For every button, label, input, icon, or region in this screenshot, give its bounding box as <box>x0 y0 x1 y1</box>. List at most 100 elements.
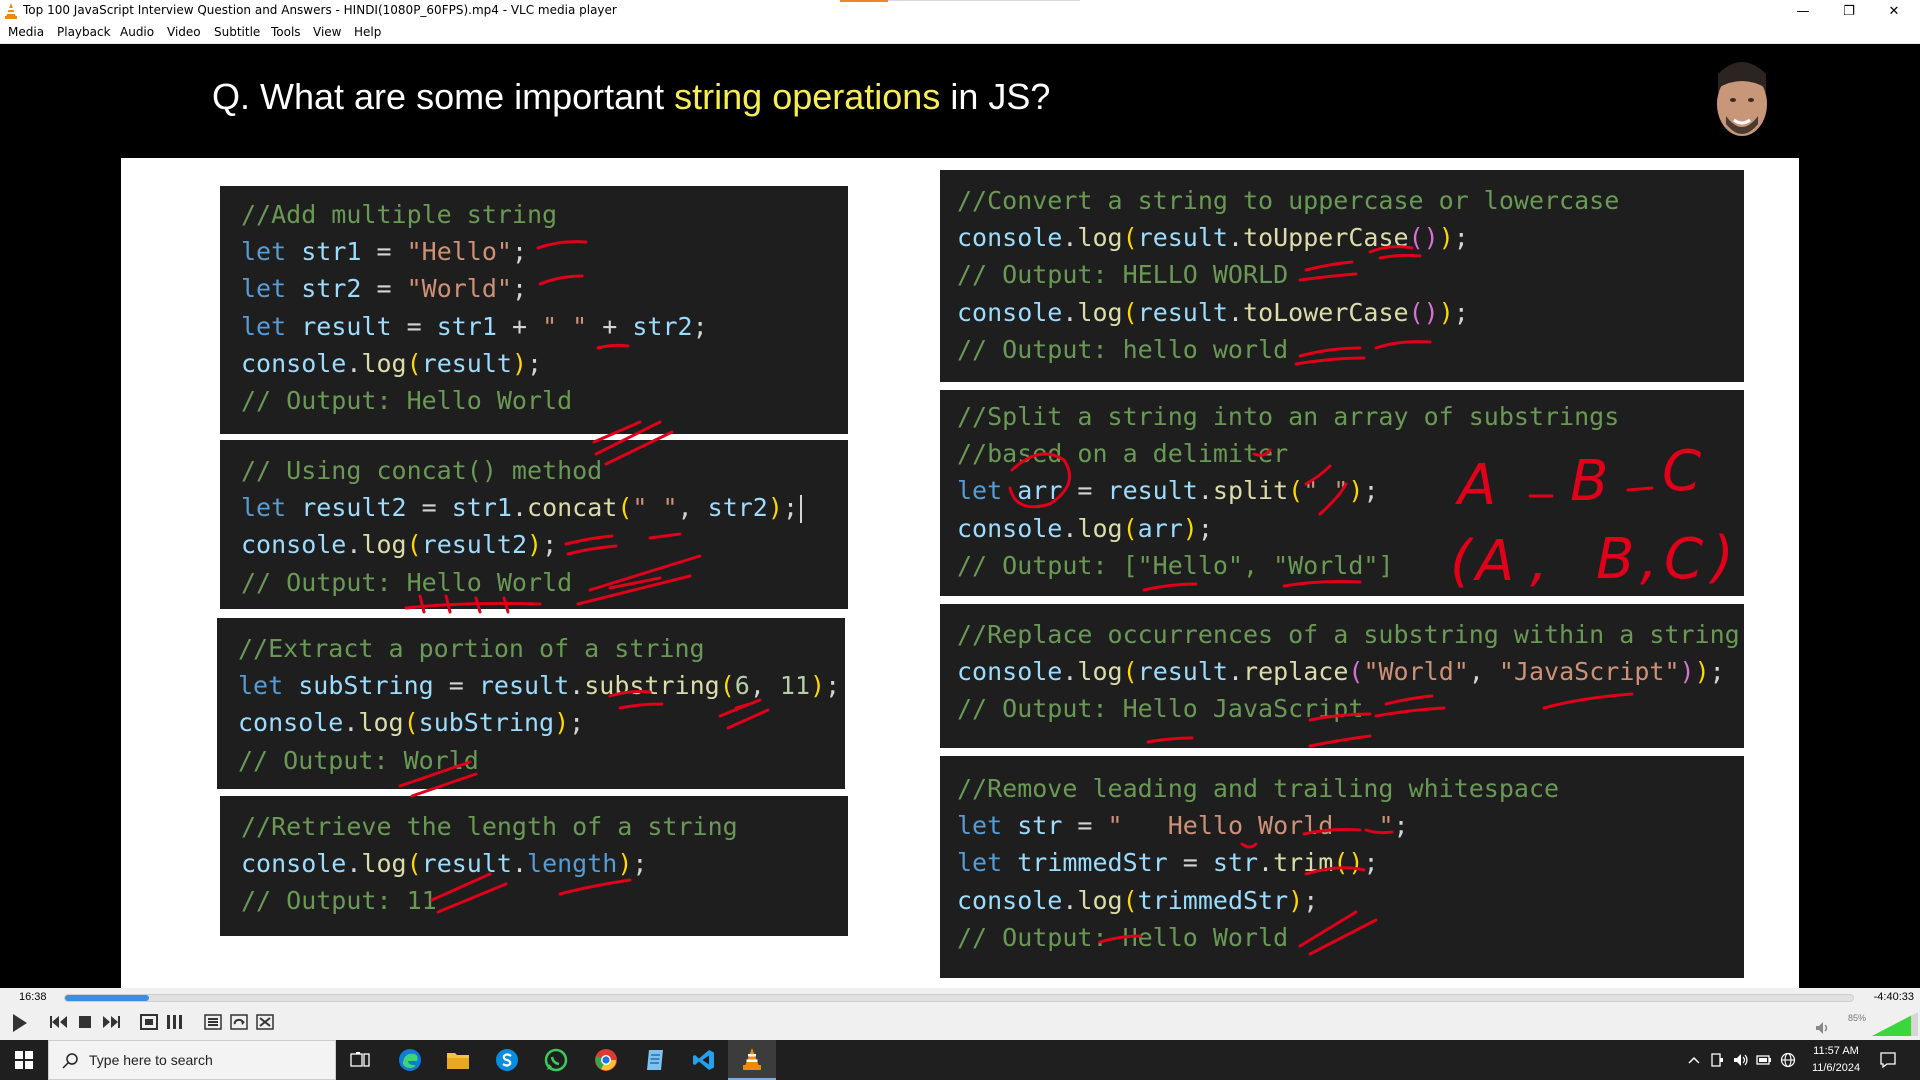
taskbar-clock[interactable]: 11:57 AM 11/6/2024 <box>1800 1043 1872 1077</box>
shuffle-button[interactable] <box>254 1011 276 1033</box>
task-view-button[interactable] <box>336 1040 384 1080</box>
start-button[interactable] <box>0 1040 48 1080</box>
code-line: console.log(result2); <box>241 526 848 563</box>
code-line: console.log(result.length); <box>241 845 848 882</box>
edge-icon <box>399 1049 421 1071</box>
code-token: = <box>1062 811 1108 841</box>
code-case: //Convert a string to uppercase or lower… <box>940 170 1744 382</box>
tray-overflow-button[interactable] <box>1686 1052 1702 1068</box>
tray-meet-now[interactable] <box>1709 1052 1725 1068</box>
code-token: //based on a delimiter <box>957 439 1289 469</box>
skype-app[interactable] <box>483 1040 531 1080</box>
title-bar: Top 100 JavaScript Interview Question an… <box>0 0 1920 22</box>
taskbar-search[interactable]: Type here to search <box>48 1040 336 1080</box>
code-token: let <box>957 848 1018 878</box>
code-token: str1 <box>436 311 497 341</box>
menu-playback[interactable]: Playback <box>57 25 111 39</box>
whatsapp-icon <box>544 1048 568 1072</box>
code-split: //Split a string into an array of substr… <box>940 390 1744 596</box>
fullscreen-icon <box>140 1014 158 1030</box>
fullscreen-button[interactable] <box>138 1011 160 1033</box>
code-length: //Retrieve the length of a string console… <box>220 796 848 936</box>
menu-subtitle[interactable]: Subtitle <box>214 25 260 39</box>
menu-tools[interactable]: Tools <box>271 25 301 39</box>
video-frame[interactable]: Q. What are some important string operat… <box>0 44 1920 988</box>
code-token: result <box>421 849 512 879</box>
volume-level <box>1872 1015 1912 1036</box>
notification-icon[interactable] <box>1878 1050 1898 1070</box>
presenter-avatar <box>1706 52 1778 146</box>
code-token: str1 <box>301 237 362 267</box>
remaining-time[interactable]: -4:40:33 <box>1874 991 1914 1003</box>
code-token: ( <box>719 671 735 701</box>
code-token: trim <box>1273 848 1334 878</box>
vlc-app[interactable] <box>728 1040 776 1080</box>
file-explorer-app[interactable] <box>434 1040 482 1080</box>
close-button[interactable]: ✕ <box>1874 0 1914 22</box>
equalizer-icon <box>167 1015 182 1029</box>
code-token: . <box>1062 513 1078 543</box>
code-token: . <box>1227 657 1244 687</box>
menu-audio[interactable]: Audio <box>120 25 154 39</box>
code-token: ; <box>692 311 708 341</box>
code-line: console.log(result.toUpperCase()); <box>957 219 1744 256</box>
code-token: log <box>1077 885 1123 915</box>
code-token: log <box>1077 297 1123 327</box>
code-token: str2 <box>707 493 768 523</box>
menu-help[interactable]: Help <box>354 25 381 39</box>
code-token: ; <box>1453 223 1469 253</box>
code-token: result <box>478 671 570 701</box>
tray-network[interactable] <box>1780 1052 1796 1068</box>
code-token: ( <box>406 530 422 560</box>
code-token: ) <box>617 849 633 879</box>
stop-button[interactable] <box>74 1011 96 1033</box>
code-token: . <box>1227 223 1244 253</box>
menu-view[interactable]: View <box>313 25 341 39</box>
code-token: " " <box>1303 476 1349 506</box>
code-line: let str = " Hello World "; <box>957 807 1744 844</box>
code-token: () <box>1408 223 1439 253</box>
seek-bar[interactable] <box>64 994 1854 1002</box>
code-token: ; <box>542 530 558 560</box>
code-line: //Retrieve the length of a string <box>241 808 848 845</box>
code-token: " " <box>632 493 678 523</box>
playlist-icon <box>204 1014 222 1030</box>
skype-icon <box>496 1049 518 1071</box>
previous-button[interactable] <box>48 1011 70 1033</box>
notepad-app[interactable] <box>631 1040 679 1080</box>
next-button[interactable] <box>100 1011 122 1033</box>
tray-volume[interactable] <box>1733 1052 1749 1068</box>
code-token: ; <box>1393 811 1409 841</box>
code-token: arr <box>1017 476 1063 506</box>
taskbar: Type here to search 11:57 AM 11/6/2024 <box>0 1040 1920 1080</box>
code-line: let trimmedStr = str.trim(); <box>957 844 1744 881</box>
speaker-icon[interactable] <box>1815 1021 1829 1035</box>
code-token: //Remove leading and trailing whitespace <box>957 774 1560 803</box>
code-token: ; <box>1363 476 1379 506</box>
minimize-button[interactable]: — <box>1783 0 1823 22</box>
code-token: , <box>1468 657 1499 687</box>
code-token: // Using concat() method <box>241 456 603 485</box>
code-line: //Add multiple string <box>241 196 848 233</box>
volume-slider[interactable] <box>1872 1012 1918 1036</box>
playlist-button[interactable] <box>202 1011 224 1033</box>
restore-button[interactable]: ❐ <box>1829 0 1869 22</box>
vscode-app[interactable] <box>680 1040 728 1080</box>
code-token: log <box>361 530 407 560</box>
edge-app[interactable] <box>386 1040 434 1080</box>
code-token: () <box>1408 297 1439 327</box>
extended-settings-button[interactable] <box>164 1011 186 1033</box>
volume-icon <box>1734 1054 1748 1066</box>
code-token: ; <box>569 708 585 738</box>
code-token: ) <box>527 530 543 560</box>
tray-battery[interactable] <box>1756 1052 1772 1068</box>
play-button[interactable] <box>6 1010 32 1036</box>
code-token: subString <box>298 671 434 701</box>
loop-button[interactable] <box>228 1011 250 1033</box>
whatsapp-app[interactable] <box>532 1040 580 1080</box>
menu-video[interactable]: Video <box>167 25 201 39</box>
vlc-cone-icon <box>5 3 17 19</box>
menu-media[interactable]: Media <box>8 25 44 39</box>
code-token: replace <box>1243 657 1349 687</box>
chrome-app[interactable] <box>582 1040 630 1080</box>
